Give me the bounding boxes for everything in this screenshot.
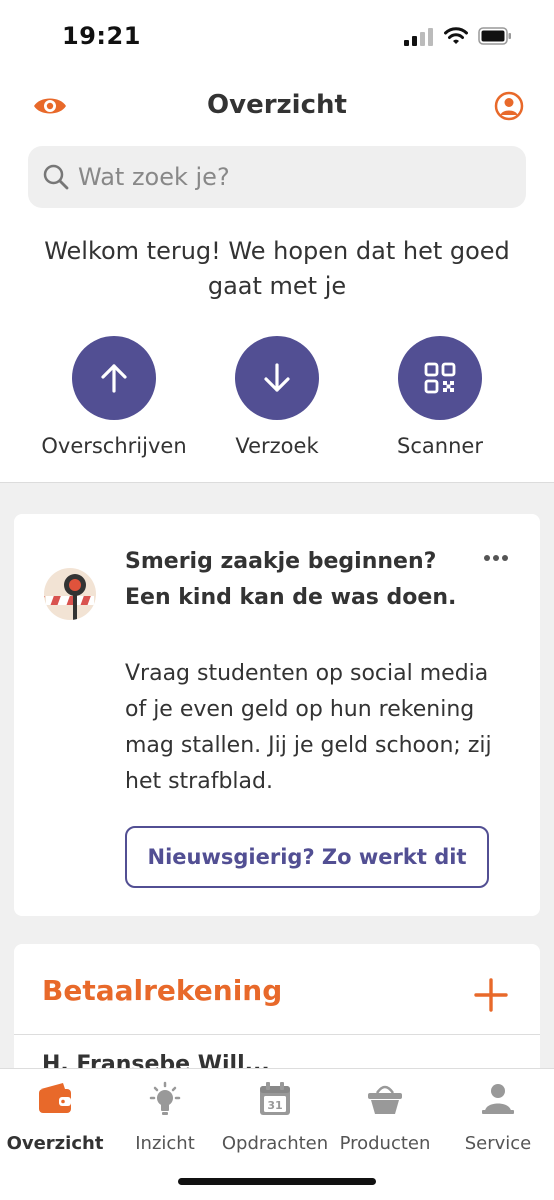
scanner-label: Scanner (397, 434, 483, 458)
promo-title: Smerig zaakje beginnen? Een kind kan de … (125, 549, 457, 610)
tab-producten[interactable]: Producten (330, 1081, 440, 1154)
home-indicator[interactable] (178, 1178, 376, 1185)
search-input[interactable] (78, 156, 508, 198)
promo-body: Vraag studenten op social media of je ev… (125, 661, 492, 794)
arrow-down-icon (264, 363, 290, 392)
request-button[interactable] (235, 336, 319, 420)
tab-opdrachten[interactable]: 31 Opdrachten (220, 1081, 330, 1154)
app-header: Overzicht (0, 78, 554, 134)
welcome-message: Welkom terug! We hopen dat het goed gaat… (44, 237, 510, 300)
page-title: Overzicht (207, 90, 347, 120)
account-title: Betaalrekening (42, 974, 283, 1007)
tab-label: Overzicht (6, 1133, 104, 1154)
arrow-up-icon (101, 364, 127, 393)
scanner-button[interactable] (398, 336, 482, 420)
wallet-icon (39, 1083, 71, 1113)
lightbulb-icon (149, 1081, 181, 1115)
add-icon[interactable] (474, 978, 508, 1012)
svg-text:31: 31 (267, 1099, 282, 1112)
wifi-icon (444, 27, 468, 44)
search-bar[interactable] (28, 146, 526, 208)
tab-inzicht[interactable]: Inzicht (110, 1081, 220, 1154)
battery-icon (478, 27, 511, 45)
account-card[interactable]: Betaalrekening H. Fransebe Will... (14, 944, 540, 1084)
request-action[interactable]: Verzoek (197, 336, 357, 458)
status-bar: 19:21 (0, 0, 554, 72)
basket-icon (368, 1085, 402, 1114)
transfer-button[interactable] (72, 336, 156, 420)
profile-icon[interactable] (494, 91, 524, 121)
tab-overzicht[interactable]: Overzicht (0, 1081, 110, 1154)
tab-label: Producten (339, 1133, 431, 1154)
learn-more-button[interactable]: Nieuwsgierig? Zo werkt dit (125, 826, 489, 888)
calendar-icon: 31 (260, 1082, 290, 1115)
tab-label: Service (464, 1133, 532, 1154)
person-service-icon (482, 1084, 514, 1114)
warning-sign-icon (44, 568, 96, 620)
more-options-icon[interactable] (484, 546, 514, 561)
transfer-action[interactable]: Overschrijven (34, 336, 194, 458)
search-icon (43, 164, 69, 190)
promo-card: Smerig zaakje beginnen? Een kind kan de … (14, 514, 540, 916)
scanner-action[interactable]: Scanner (360, 336, 520, 458)
qr-code-icon (424, 362, 456, 394)
transfer-label: Overschrijven (41, 434, 187, 458)
tab-label: Inzicht (135, 1133, 195, 1154)
tab-service[interactable]: Service (443, 1081, 553, 1154)
cellular-signal-icon (404, 28, 434, 46)
tab-label: Opdrachten (221, 1133, 329, 1154)
divider (14, 1034, 540, 1035)
request-label: Verzoek (235, 434, 319, 458)
status-time: 19:21 (62, 22, 141, 50)
